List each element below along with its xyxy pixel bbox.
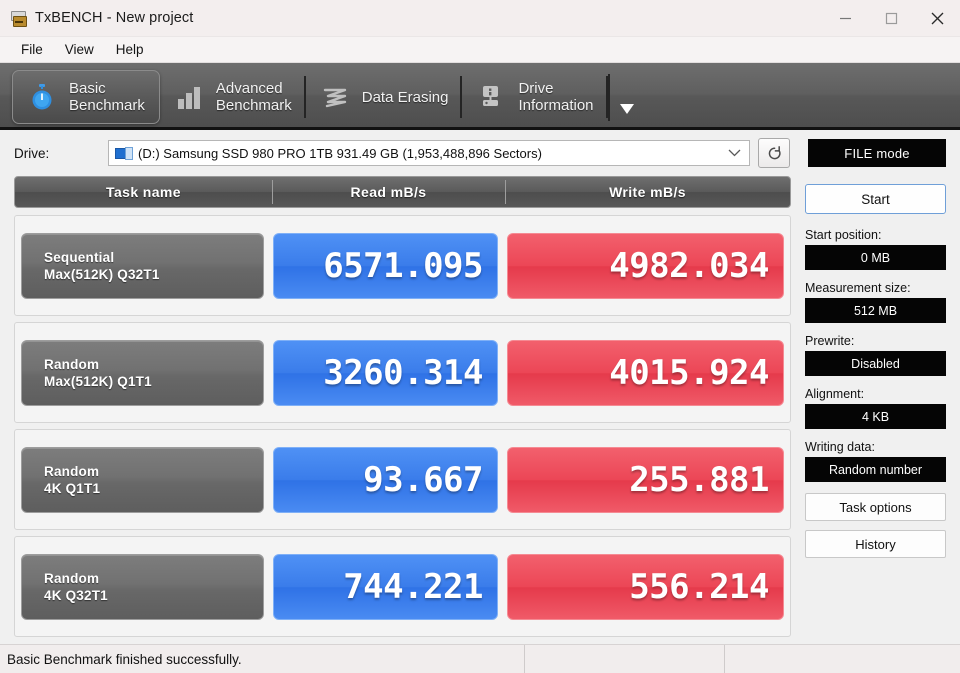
tab-data-erasing[interactable]: Data Erasing <box>306 70 463 124</box>
task-line-1: Random <box>44 570 100 586</box>
alignment-label: Alignment: <box>805 387 865 401</box>
task-button-random-4k-q32t1[interactable]: Random 4K Q32T1 <box>21 553 264 620</box>
results-header: Task name Read mB/s Write mB/s <box>14 176 791 208</box>
tab-basic-benchmark-label: Basic Benchmark <box>69 80 145 114</box>
options-sidebar: Start Start position: 0 MB Measurement s… <box>805 176 946 644</box>
write-value: 4015.924 <box>507 339 784 406</box>
tab-basic-benchmark[interactable]: Basic Benchmark <box>12 70 160 124</box>
writing-data-value[interactable]: Random number <box>805 457 946 482</box>
tab-advanced-benchmark[interactable]: Advanced Benchmark <box>160 70 306 124</box>
task-button-random-4k-q1t1[interactable]: Random 4K Q1T1 <box>21 446 264 513</box>
read-value: 3260.314 <box>273 339 498 406</box>
write-value: 556.214 <box>507 553 784 620</box>
task-line-1: Random <box>44 356 100 372</box>
start-position-label: Start position: <box>805 228 882 242</box>
results-panel: Task name Read mB/s Write mB/s Sequentia… <box>14 176 791 644</box>
table-row: Sequential Max(512K) Q32T1 6571.095 4982… <box>14 215 791 316</box>
drive-row: Drive: (D:) Samsung SSD 980 PRO 1TB 931.… <box>0 130 960 176</box>
file-mode-button[interactable]: FILE mode <box>808 139 946 167</box>
drive-select[interactable]: (D:) Samsung SSD 980 PRO 1TB 931.49 GB (… <box>108 140 750 166</box>
chevron-down-icon[interactable] <box>728 144 745 162</box>
menu-item-help[interactable]: Help <box>105 40 155 60</box>
status-cell-3 <box>725 645 960 673</box>
minimize-icon[interactable] <box>822 0 868 36</box>
status-cell-2 <box>525 645 725 673</box>
title-bar: TxBENCH - New project <box>0 0 960 37</box>
txbench-window: TxBENCH - New project File View Help Bas… <box>0 0 960 673</box>
measurement-size-value[interactable]: 512 MB <box>805 298 946 323</box>
table-row: Random Max(512K) Q1T1 3260.314 4015.924 <box>14 322 791 423</box>
status-message: Basic Benchmark finished successfully. <box>0 645 525 673</box>
start-position-value[interactable]: 0 MB <box>805 245 946 270</box>
task-line-2: Max(512K) Q1T1 <box>44 373 152 389</box>
scribble-erase-icon <box>318 80 352 114</box>
tab-data-erasing-label: Data Erasing <box>361 88 449 106</box>
task-options-button[interactable]: Task options <box>805 493 946 521</box>
history-button[interactable]: History <box>805 530 946 558</box>
read-value: 744.221 <box>273 553 498 620</box>
menu-bar: File View Help <box>0 37 960 63</box>
alignment-value[interactable]: 4 KB <box>805 404 946 429</box>
refresh-button[interactable] <box>758 138 790 168</box>
task-line-1: Sequential <box>44 249 115 265</box>
prewrite-label: Prewrite: <box>805 334 855 348</box>
task-button-sequential-max[interactable]: Sequential Max(512K) Q32T1 <box>21 232 264 299</box>
column-header-write: Write mB/s <box>505 177 790 207</box>
status-bar: Basic Benchmark finished successfully. <box>0 644 960 673</box>
bar-chart-icon <box>172 80 206 114</box>
task-button-random-max[interactable]: Random Max(512K) Q1T1 <box>21 339 264 406</box>
triangle-down-icon <box>619 104 634 114</box>
close-icon[interactable] <box>914 0 960 36</box>
drive-small-icon <box>115 146 133 160</box>
maximize-icon[interactable] <box>868 0 914 36</box>
column-header-read: Read mB/s <box>272 177 505 207</box>
read-value: 6571.095 <box>273 232 498 299</box>
stopwatch-icon <box>25 80 59 114</box>
table-row: Random 4K Q32T1 744.221 556.214 <box>14 536 791 637</box>
task-line-2: 4K Q32T1 <box>44 587 108 603</box>
tab-advanced-benchmark-label: Advanced Benchmark <box>215 80 292 114</box>
start-button[interactable]: Start <box>805 184 946 214</box>
drive-info-icon <box>474 80 508 114</box>
tab-drive-information-label: Drive Information <box>518 80 594 114</box>
main-body: Task name Read mB/s Write mB/s Sequentia… <box>0 176 960 644</box>
drive-select-value: (D:) Samsung SSD 980 PRO 1TB 931.49 GB (… <box>138 145 542 161</box>
menu-item-view[interactable]: View <box>54 40 105 60</box>
disk-drive-icon <box>9 9 27 27</box>
task-line-2: 4K Q1T1 <box>44 480 101 496</box>
measurement-size-label: Measurement size: <box>805 281 911 295</box>
refresh-icon <box>768 145 781 159</box>
window-controls <box>822 0 960 36</box>
write-value: 4982.034 <box>507 232 784 299</box>
read-value: 93.667 <box>273 446 498 513</box>
menu-item-file[interactable]: File <box>10 40 54 60</box>
writing-data-label: Writing data: <box>805 440 875 454</box>
tab-strip: Basic Benchmark Advanced Benchmark Data … <box>0 63 960 130</box>
tab-overflow-button[interactable] <box>607 68 648 127</box>
column-header-task: Task name <box>106 184 181 200</box>
task-line-1: Random <box>44 463 100 479</box>
window-title: TxBENCH - New project <box>35 10 194 26</box>
tab-drive-information[interactable]: Drive Information <box>462 70 608 124</box>
drive-label: Drive: <box>14 145 50 161</box>
prewrite-value[interactable]: Disabled <box>805 351 946 376</box>
table-row: Random 4K Q1T1 93.667 255.881 <box>14 429 791 530</box>
task-line-2: Max(512K) Q32T1 <box>44 266 160 282</box>
write-value: 255.881 <box>507 446 784 513</box>
